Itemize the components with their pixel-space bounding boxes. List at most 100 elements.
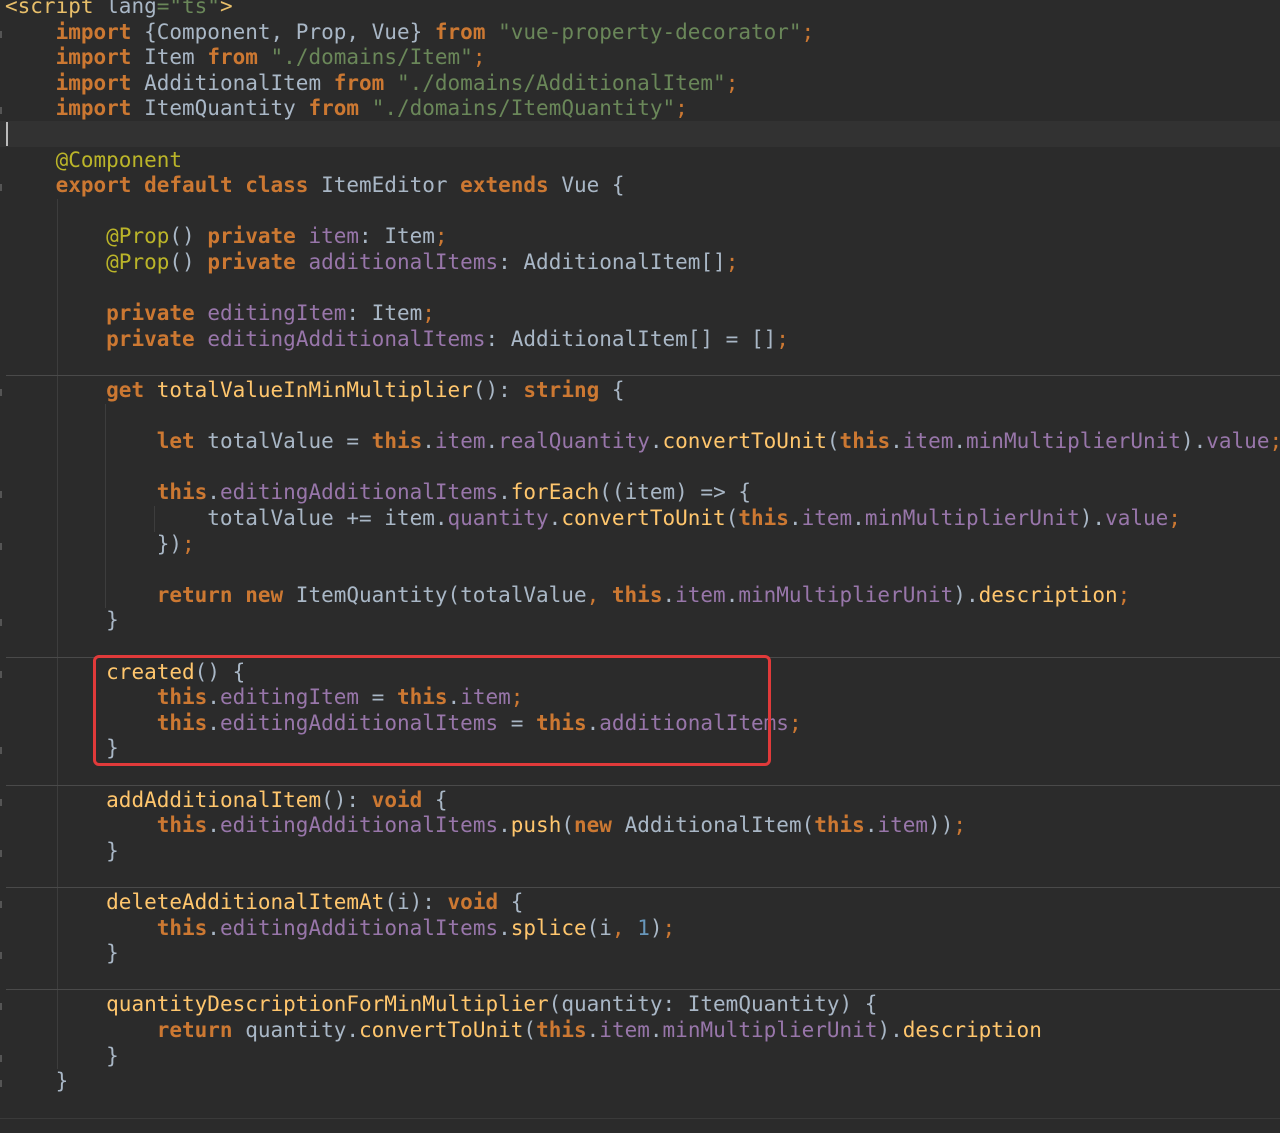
code-token: from bbox=[333, 70, 397, 95]
fold-marker-icon[interactable] bbox=[0, 491, 2, 499]
code-token: } bbox=[5, 608, 119, 633]
code-line[interactable]: @Prop() private item: Item; bbox=[5, 224, 448, 250]
code-line[interactable]: deleteAdditionalItemAt(i): void { bbox=[5, 890, 523, 916]
fold-marker-icon[interactable] bbox=[0, 901, 2, 908]
code-line[interactable]: addAdditionalItem(): void { bbox=[5, 788, 447, 814]
code-token: ="ts" bbox=[156, 0, 220, 18]
code-token: from bbox=[207, 45, 271, 70]
code-token: private bbox=[207, 224, 309, 249]
code-line[interactable]: <script lang="ts"> bbox=[5, 0, 233, 20]
code-token: } bbox=[5, 1069, 69, 1094]
code-token: ; bbox=[472, 45, 486, 70]
code-token: this bbox=[814, 813, 865, 838]
code-token: this bbox=[156, 813, 208, 838]
code-line[interactable]: totalValue += item.quantity.convertToUni… bbox=[5, 506, 1181, 532]
code-token: item bbox=[675, 582, 726, 607]
code-line[interactable]: return quantity.convertToUnit(this.item.… bbox=[5, 1018, 1042, 1044]
code-line[interactable]: this.editingAdditionalItems.splice(i, 1)… bbox=[5, 916, 675, 942]
code-token: ; bbox=[725, 70, 739, 95]
code-token: ((item) => { bbox=[599, 480, 751, 505]
code-line[interactable]: private editingItem: Item; bbox=[5, 301, 435, 327]
code-token: <script bbox=[5, 0, 107, 18]
fold-marker-icon[interactable] bbox=[0, 1080, 2, 1088]
fold-marker-icon[interactable] bbox=[0, 952, 2, 960]
code-token: "./domains/Item" bbox=[270, 45, 473, 70]
code-token: () bbox=[169, 224, 208, 249]
code-line[interactable]: import ItemQuantity from "./domains/Item… bbox=[5, 96, 688, 122]
fold-marker-icon[interactable] bbox=[0, 1003, 2, 1011]
code-token: totalValue = bbox=[207, 429, 372, 454]
code-line[interactable]: }); bbox=[5, 532, 195, 558]
fold-marker-icon[interactable] bbox=[0, 184, 2, 192]
code-token: import bbox=[55, 70, 145, 95]
code-token: this bbox=[156, 915, 208, 940]
code-token: } bbox=[5, 941, 119, 966]
code-token: ItemQuantity(totalValue bbox=[295, 582, 587, 607]
code-line[interactable]: } bbox=[5, 1044, 119, 1070]
fold-marker-icon[interactable] bbox=[0, 670, 2, 678]
code-token: lang bbox=[106, 0, 157, 18]
code-token: item bbox=[902, 429, 954, 454]
code-token: new bbox=[574, 813, 625, 838]
code-token: this bbox=[371, 429, 423, 454]
code-token: value bbox=[1105, 506, 1169, 530]
fold-marker-icon[interactable] bbox=[0, 747, 2, 755]
code-line[interactable]: } bbox=[5, 608, 119, 634]
code-token: extends bbox=[460, 173, 562, 198]
fold-marker-icon[interactable] bbox=[0, 849, 2, 857]
code-token: item bbox=[308, 224, 360, 249]
code-line[interactable]: this.editingAdditionalItems.push(new Add… bbox=[5, 813, 966, 839]
code-token: quantity bbox=[447, 506, 549, 530]
code-token: this bbox=[738, 506, 789, 530]
code-token: minMultiplierUnit bbox=[662, 1018, 878, 1042]
code-token: . bbox=[498, 480, 511, 505]
code-line[interactable]: return new ItemQuantity(totalValue, this… bbox=[5, 582, 1131, 609]
code-token: import bbox=[55, 45, 145, 70]
fold-marker-icon[interactable] bbox=[0, 107, 2, 115]
fold-marker-icon[interactable] bbox=[0, 619, 2, 627]
code-token: get bbox=[106, 378, 157, 402]
code-line[interactable]: } bbox=[5, 941, 119, 967]
code-token: private bbox=[207, 250, 309, 274]
code-token: () bbox=[169, 250, 208, 274]
code-line[interactable]: } bbox=[5, 839, 119, 865]
code-token: ; bbox=[434, 224, 448, 249]
code-line[interactable]: @Component bbox=[5, 148, 182, 174]
code-line[interactable]: import AdditionalItem from "./domains/Ad… bbox=[5, 70, 739, 97]
code-line[interactable]: @Prop() private additionalItems: Additio… bbox=[5, 250, 738, 276]
code-token: ; bbox=[675, 96, 688, 121]
code-token: , bbox=[586, 582, 612, 607]
code-token: from bbox=[308, 96, 372, 121]
code-line[interactable]: quantityDescriptionForMinMultiplier(quan… bbox=[5, 992, 877, 1018]
code-line[interactable]: private editingAdditionalItems: Addition… bbox=[5, 327, 789, 353]
code-line[interactable]: import {Component, Prop, Vue} from "vue-… bbox=[5, 19, 815, 46]
code-line[interactable]: export default class ItemEditor extends … bbox=[5, 173, 625, 199]
code-line[interactable]: } bbox=[5, 1069, 69, 1095]
code-token: convertToUnit bbox=[561, 506, 726, 530]
fold-marker-icon[interactable] bbox=[0, 542, 2, 550]
code-token: editingItem bbox=[207, 301, 347, 326]
fold-marker-icon[interactable] bbox=[0, 1054, 2, 1062]
code-token: : AdditionalItem[] bbox=[498, 250, 726, 274]
code-token: . bbox=[485, 429, 499, 454]
code-token: ; bbox=[725, 250, 739, 274]
code-token: ItemQuantity bbox=[144, 96, 309, 121]
code-line[interactable]: import Item from "./domains/Item"; bbox=[5, 45, 486, 71]
code-token: "vue-property-decorator" bbox=[498, 19, 802, 44]
fold-marker-icon[interactable] bbox=[0, 798, 2, 806]
code-editor[interactable]: <script lang="ts"> import {Component, Pr… bbox=[0, 0, 1280, 1133]
code-line[interactable]: get totalValueInMinMultiplier(): string … bbox=[5, 378, 624, 404]
code-token: : Item bbox=[346, 301, 423, 326]
code-token: item bbox=[801, 506, 853, 530]
code-token: (): bbox=[472, 378, 524, 402]
fold-marker-icon[interactable] bbox=[0, 30, 2, 38]
code-line[interactable]: let totalValue = this.item.realQuantity.… bbox=[5, 429, 1280, 455]
code-token: ; bbox=[953, 813, 966, 838]
horizontal-scrollbar[interactable] bbox=[0, 1118, 1280, 1133]
fold-marker-icon[interactable] bbox=[0, 389, 2, 396]
code-token: . bbox=[207, 813, 220, 838]
code-line[interactable]: this.editingAdditionalItems.forEach((ite… bbox=[5, 480, 751, 506]
